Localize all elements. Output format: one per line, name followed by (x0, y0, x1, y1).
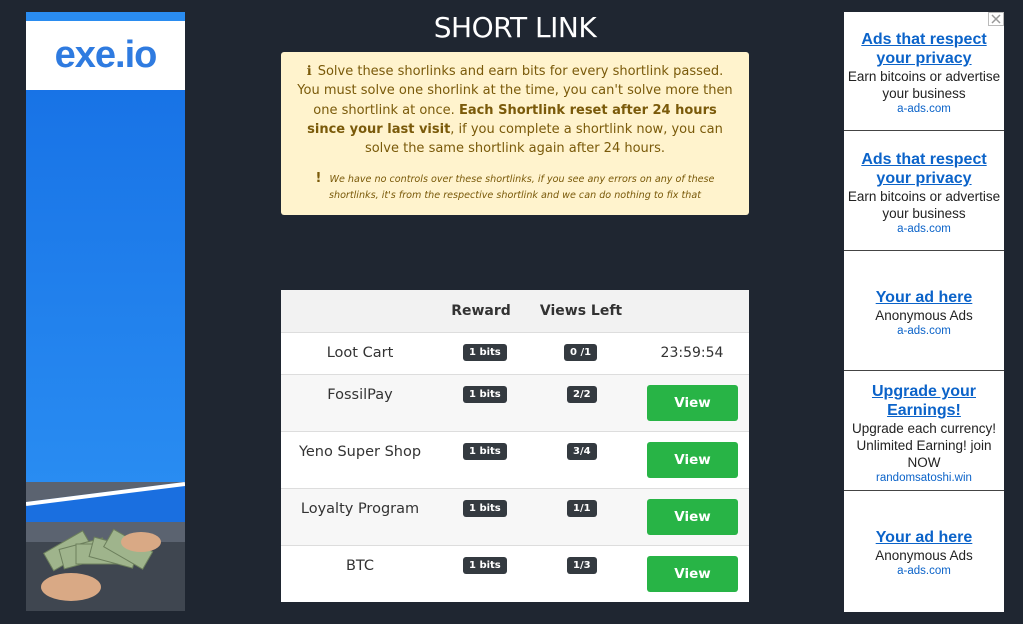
reward-badge: 1 bits (463, 557, 507, 574)
table-row: Loyalty Program 1 bits 1/1 View (281, 489, 749, 546)
ad-title-link[interactable]: Your ad here (844, 288, 1004, 307)
reward-badge: 1 bits (463, 386, 507, 403)
shortlink-name: Loyalty Program (300, 501, 420, 517)
table-header: Reward Views Left (281, 290, 749, 333)
view-button[interactable]: View (647, 499, 738, 535)
notice-main-text: ℹ Solve these shorlinks and earn bits for… (297, 62, 733, 158)
banner-gradient (26, 90, 185, 530)
view-button[interactable]: View (647, 385, 738, 421)
views-left-header: Views Left (539, 303, 623, 319)
table-row: FossilPay 1 bits 2/2 View (281, 375, 749, 432)
ad-unit[interactable]: Ads that respect your privacy Earn bitco… (844, 12, 1004, 131)
right-ad-column: Ads that respect your privacy Earn bitco… (844, 12, 1004, 612)
ad-close-icon[interactable] (988, 12, 1004, 26)
ad-title-link[interactable]: Ads that respect your privacy (844, 30, 1004, 68)
shortlink-name: FossilPay (327, 387, 393, 403)
ad-host-link[interactable]: a-ads.com (844, 564, 1004, 578)
ad-title-link[interactable]: Upgrade your Earnings! (844, 382, 1004, 420)
table-row: BTC 1 bits 1/3 View (281, 546, 749, 602)
ad-description: Upgrade each currency! Unlimited Earning… (851, 421, 997, 470)
exe-io-logo: exe.io (54, 34, 158, 76)
ad-description: Earn bitcoins or advertise your business (847, 69, 1001, 101)
shortlink-name: Yeno Super Shop (298, 444, 422, 460)
notice-box: ℹ Solve these shorlinks and earn bits for… (281, 52, 749, 215)
view-button[interactable]: View (647, 442, 738, 478)
page-title: SHORT LINK (433, 11, 597, 44)
banner-top-strip (26, 12, 185, 21)
table-row: Loot Cart 1 bits 0 /1 23:59:54 (281, 333, 749, 375)
ad-unit[interactable]: Your ad here Anonymous Ads a-ads.com (844, 492, 1004, 611)
reward-header: Reward (451, 303, 511, 319)
table-row: Yeno Super Shop 1 bits 3/4 View (281, 432, 749, 489)
view-button[interactable]: View (647, 556, 738, 592)
ad-description: Anonymous Ads (875, 308, 973, 323)
reward-badge: 1 bits (463, 500, 507, 517)
views-badge: 2/2 (567, 386, 597, 403)
ad-host-link[interactable]: a-ads.com (844, 324, 1004, 338)
shortlink-name: BTC (345, 558, 375, 574)
ad-host-link[interactable]: a-ads.com (844, 102, 1004, 116)
ad-unit[interactable]: Your ad here Anonymous Ads a-ads.com (844, 252, 1004, 371)
money-photo (26, 482, 185, 611)
left-banner-ad[interactable]: exe.io (26, 12, 185, 611)
ad-description: Earn bitcoins or advertise your business (847, 189, 1001, 221)
ad-title-link[interactable]: Your ad here (844, 528, 1004, 547)
banner-logo-box: exe.io (26, 21, 185, 90)
ad-title-link[interactable]: Ads that respect your privacy (844, 150, 1004, 188)
ad-host-link[interactable]: a-ads.com (844, 222, 1004, 236)
views-badge: 0 /1 (564, 344, 598, 361)
shortlink-table: Reward Views Left Loot Cart 1 bits 0 /1 … (281, 290, 749, 602)
shortlink-name: Loot Cart (326, 345, 394, 361)
views-badge: 1/1 (567, 500, 597, 517)
views-badge: 3/4 (567, 443, 597, 460)
views-badge: 1/3 (567, 557, 597, 574)
ad-unit[interactable]: Upgrade your Earnings! Upgrade each curr… (844, 372, 1004, 491)
ad-host-link[interactable]: randomsatoshi.win (844, 471, 1004, 485)
reward-badge: 1 bits (463, 443, 507, 460)
ad-description: Anonymous Ads (875, 548, 973, 563)
ad-unit[interactable]: Ads that respect your privacy Earn bitco… (844, 132, 1004, 251)
info-icon: ℹ (306, 64, 312, 79)
exclamation-icon: ! (315, 171, 322, 187)
reward-badge: 1 bits (463, 344, 507, 361)
notice-note-text: We have no controls over these shortlink… (328, 174, 715, 202)
notice-note: ! We have no controls over these shortlin… (297, 171, 733, 204)
cooldown-timer: 23:59:54 (660, 345, 724, 361)
